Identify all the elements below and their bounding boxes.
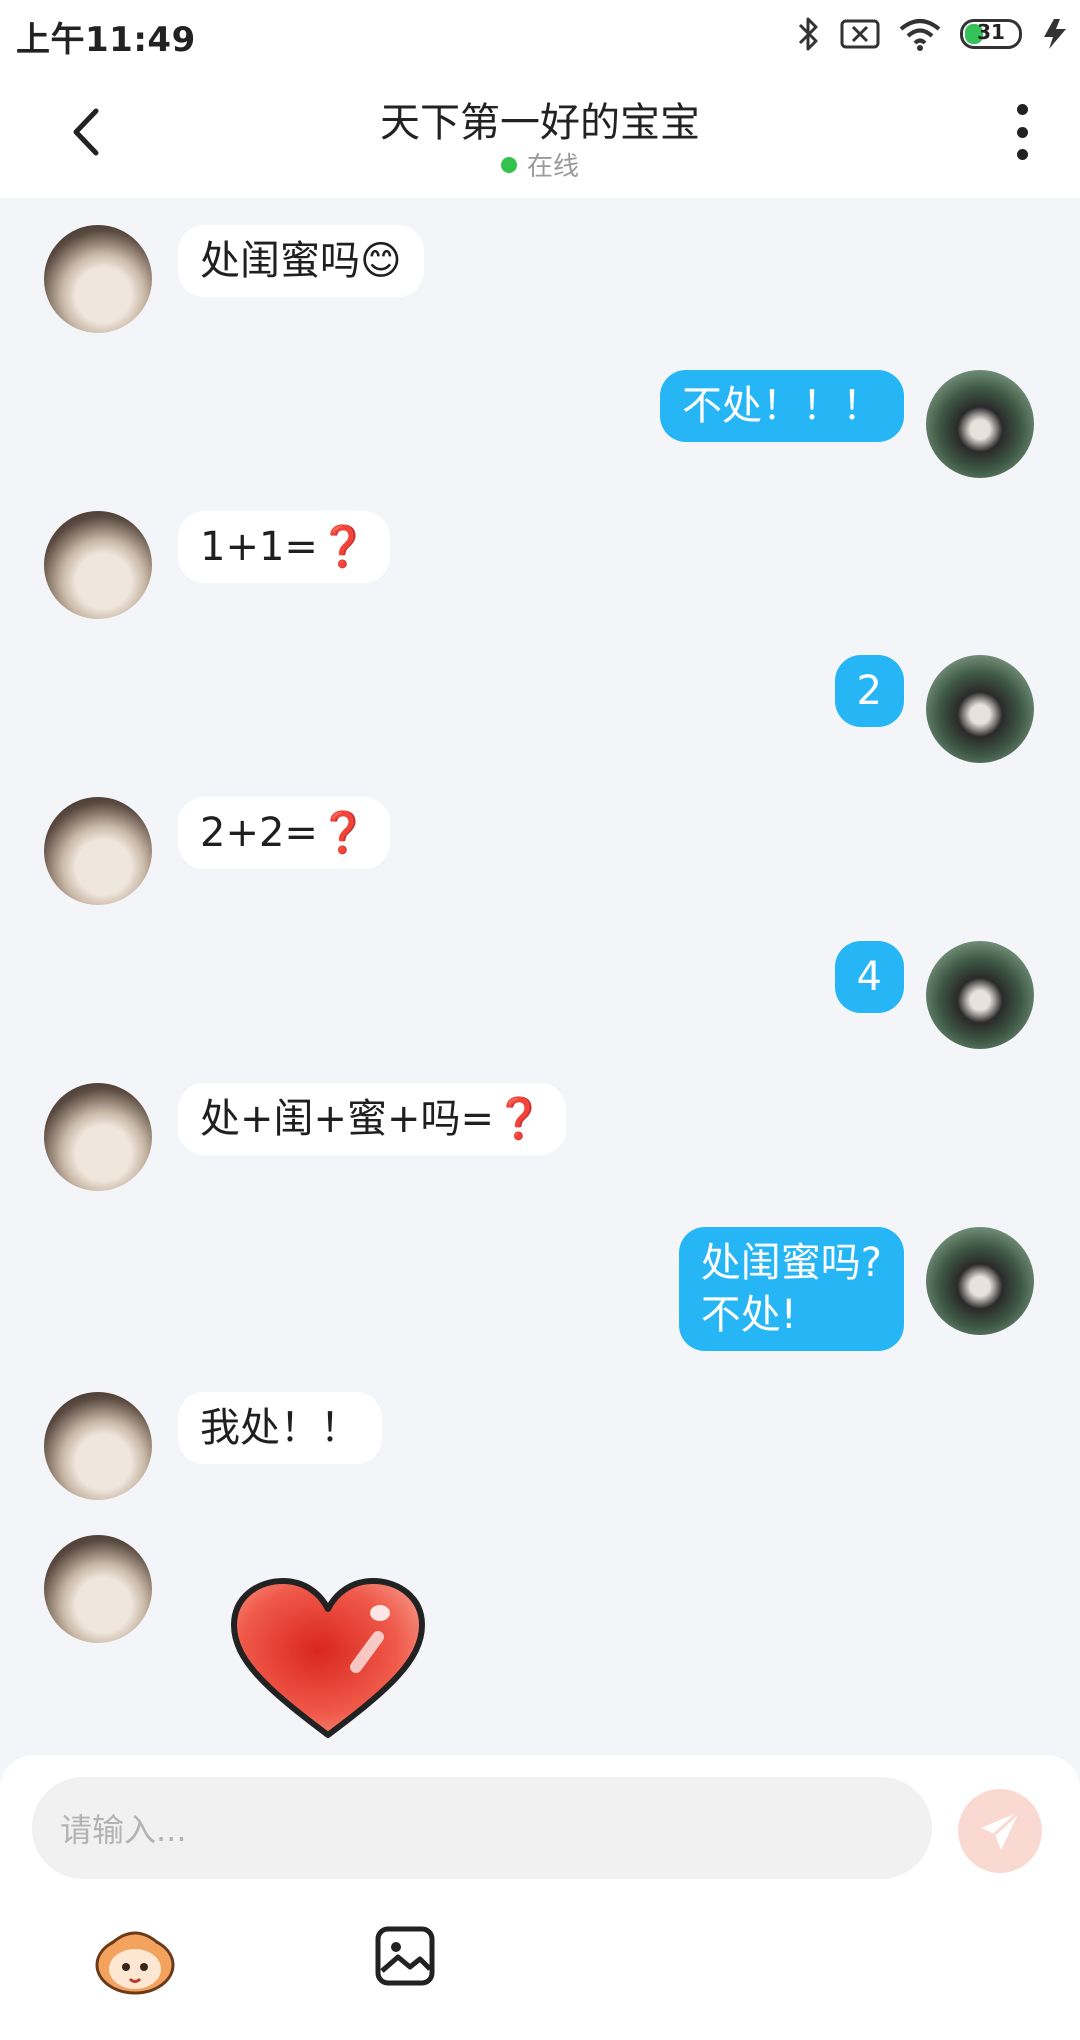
status-time: 上午11:49: [16, 20, 196, 60]
message-bubble-outgoing: 2: [834, 655, 904, 727]
contact-avatar[interactable]: [44, 511, 152, 619]
user-avatar[interactable]: [926, 941, 1034, 1049]
status-icons: 31: [796, 12, 1070, 56]
question-mark-emoji: ❓: [317, 810, 368, 856]
question-mark-emoji: ❓: [317, 524, 368, 570]
battery-level: 31: [977, 20, 1005, 44]
composer: 请输入...: [0, 1755, 1080, 2040]
mascot-emoji-icon[interactable]: [92, 1923, 178, 1995]
image-icon[interactable]: [374, 1925, 436, 1987]
message-bubble-outgoing: 处闺蜜吗? 不处!: [678, 1227, 904, 1351]
contact-avatar[interactable]: [44, 1535, 152, 1643]
message-bubble-outgoing: 不处！！！: [660, 370, 904, 442]
message-input[interactable]: 请输入...: [32, 1777, 932, 1879]
bluetooth-icon: [798, 17, 818, 51]
online-dot: [500, 156, 517, 173]
contact-avatar[interactable]: [44, 1083, 152, 1191]
charging-icon: [1044, 19, 1066, 49]
paper-plane-icon: [981, 1810, 1021, 1850]
message-bubble-incoming: 我处！！: [178, 1392, 382, 1464]
message-bubble-outgoing: 4: [834, 941, 904, 1013]
online-status: 在线: [0, 146, 1080, 183]
status-bar: 上午11:49 31: [0, 0, 1080, 66]
contact-avatar[interactable]: [44, 797, 152, 905]
more-vertical-icon: [1016, 104, 1028, 115]
message-bubble-incoming: 2+2=❓: [178, 797, 390, 869]
wifi-icon: [899, 19, 941, 51]
red-heart-sticker[interactable]: [228, 1575, 428, 1745]
battery-icon: 31: [960, 19, 1022, 49]
chat-header: 天下第一好的宝宝 在线: [0, 66, 1080, 198]
user-avatar[interactable]: [926, 1227, 1034, 1335]
user-avatar[interactable]: [926, 655, 1034, 763]
question-mark-emoji: ❓: [494, 1096, 544, 1142]
message-bubble-incoming: 处+闺+蜜+吗=❓: [178, 1083, 566, 1155]
no-sim-icon: [840, 19, 880, 49]
smile-emoji: 😊: [360, 238, 402, 284]
chat-title: 天下第一好的宝宝: [380, 100, 700, 146]
more-options-button[interactable]: [1002, 104, 1042, 160]
user-avatar[interactable]: [926, 370, 1034, 478]
send-button[interactable]: [958, 1789, 1042, 1873]
contact-avatar[interactable]: [44, 225, 152, 333]
contact-avatar[interactable]: [44, 1392, 152, 1500]
online-status-label: 在线: [526, 152, 579, 182]
message-bubble-incoming: 1+1=❓: [178, 511, 390, 583]
message-bubble-incoming: 处闺蜜吗😊: [178, 225, 424, 297]
